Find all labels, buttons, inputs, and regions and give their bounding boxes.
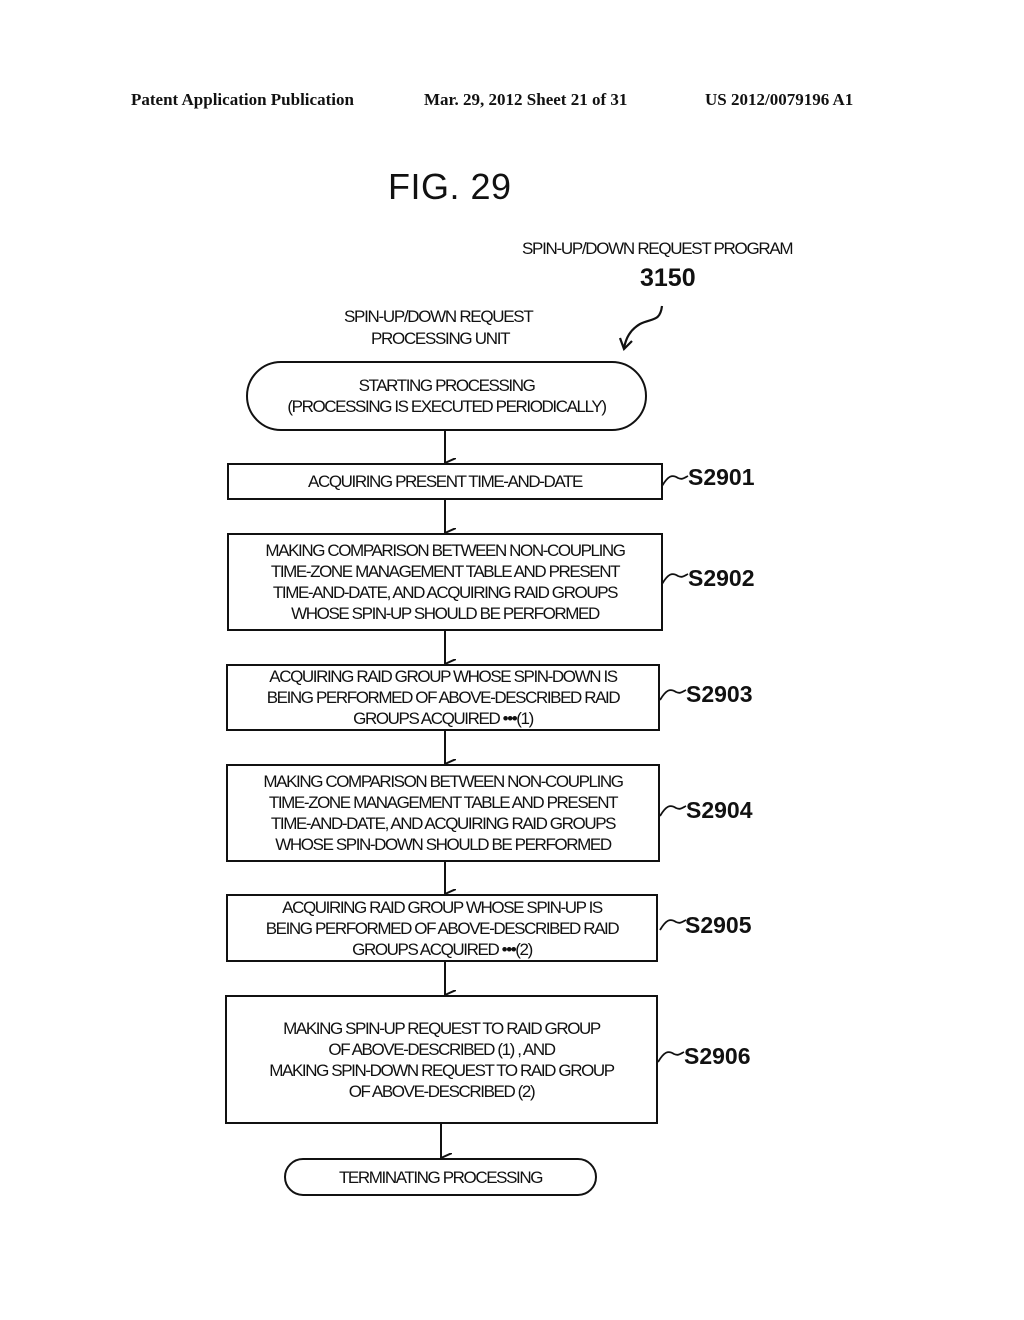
end-terminator: TERMINATING PROCESSING — [284, 1158, 597, 1196]
tilde-s2906 — [657, 1051, 685, 1063]
tilde-s2903 — [659, 689, 687, 701]
ref-leader-arrow — [622, 305, 664, 349]
tilde-s2902 — [661, 573, 689, 585]
process-step-s2906: MAKING SPIN-UP REQUEST TO RAID GROUP OF … — [225, 995, 658, 1124]
process-step-s2905: ACQUIRING RAID GROUP WHOSE SPIN-UP IS BE… — [226, 894, 658, 962]
process-step-s2902: MAKING COMPARISON BETWEEN NON-COUPLING T… — [227, 533, 663, 631]
process-step-s2904: MAKING COMPARISON BETWEEN NON-COUPLING T… — [226, 764, 660, 862]
step-id-s2903: S2903 — [686, 681, 753, 707]
start-terminator: STARTING PROCESSING (PROCESSING IS EXECU… — [246, 361, 647, 431]
tilde-s2901 — [661, 475, 689, 487]
step-id-s2905: S2905 — [685, 912, 752, 938]
step-id-s2906: S2906 — [684, 1043, 751, 1069]
step-id-s2902: S2902 — [688, 565, 755, 591]
process-step-s2903: ACQUIRING RAID GROUP WHOSE SPIN-DOWN IS … — [226, 664, 660, 731]
step-id-s2904: S2904 — [686, 797, 753, 823]
tilde-s2905 — [659, 919, 687, 931]
process-step-s2901: ACQUIRING PRESENT TIME-AND-DATE — [227, 463, 663, 500]
tilde-s2904 — [659, 805, 687, 817]
step-id-s2901: S2901 — [688, 464, 755, 490]
